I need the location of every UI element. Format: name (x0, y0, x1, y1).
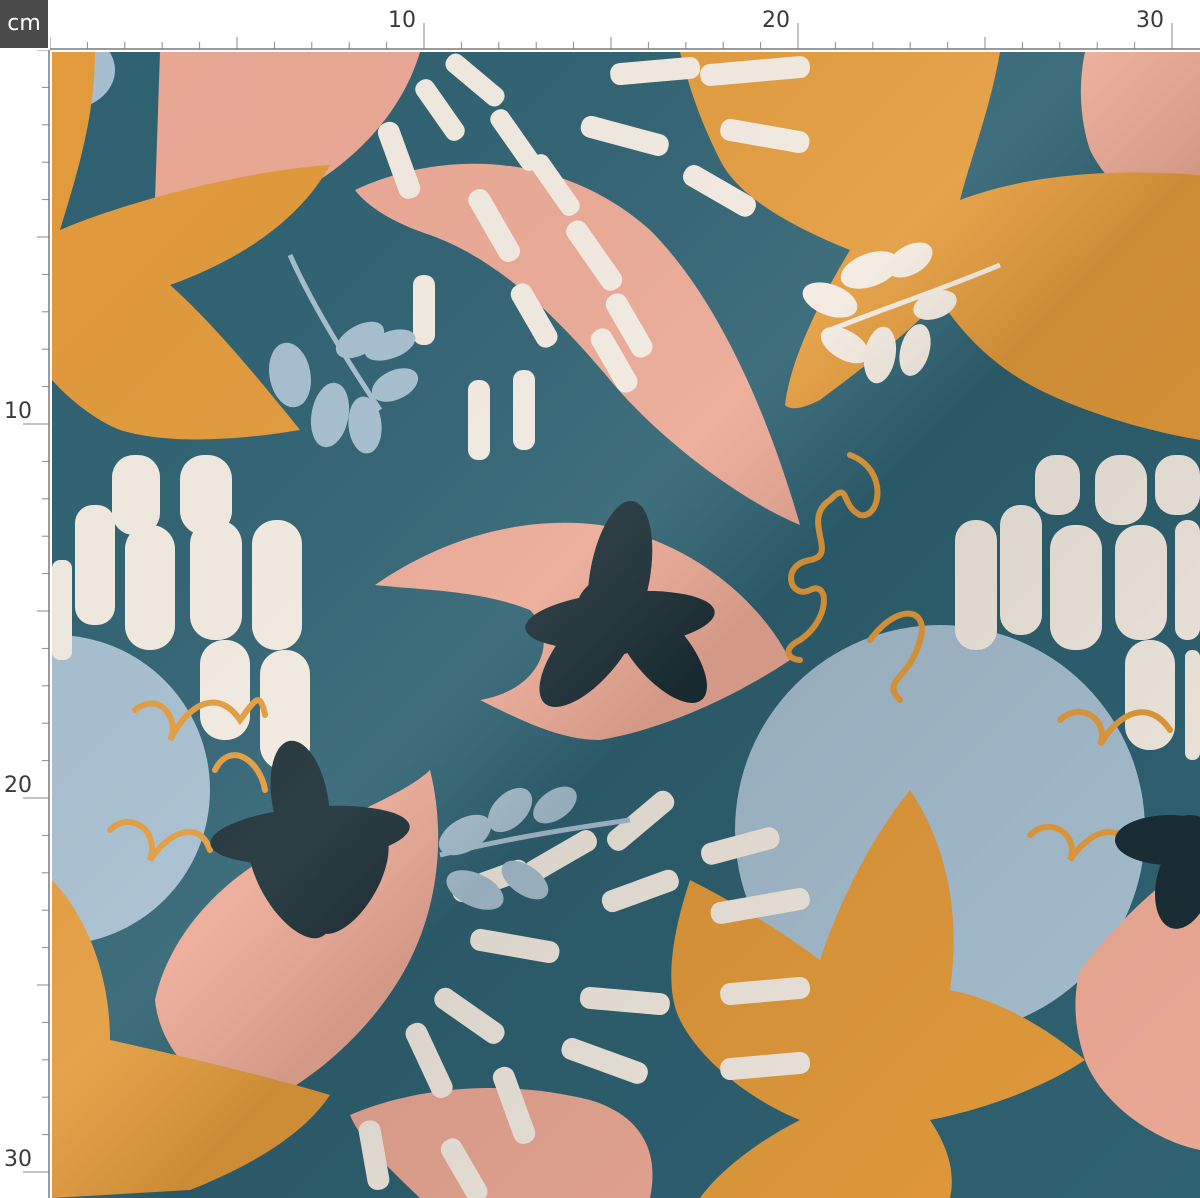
unit-label: cm (0, 0, 48, 48)
left-ruler: 10 20 30 (4, 50, 50, 1198)
top-ruler-ticks (50, 23, 1173, 49)
left-ruler-label-10: 10 (4, 399, 32, 424)
top-ruler: 10 20 30 (50, 8, 1200, 50)
left-ruler-ticks (23, 50, 49, 1173)
fabric-pattern (52, 52, 1200, 1198)
top-ruler-label-20: 20 (762, 8, 790, 33)
left-ruler-label-20: 20 (4, 773, 32, 798)
left-ruler-label-30: 30 (4, 1147, 32, 1172)
top-ruler-label-10: 10 (388, 8, 416, 33)
top-ruler-label-30: 30 (1136, 8, 1164, 33)
